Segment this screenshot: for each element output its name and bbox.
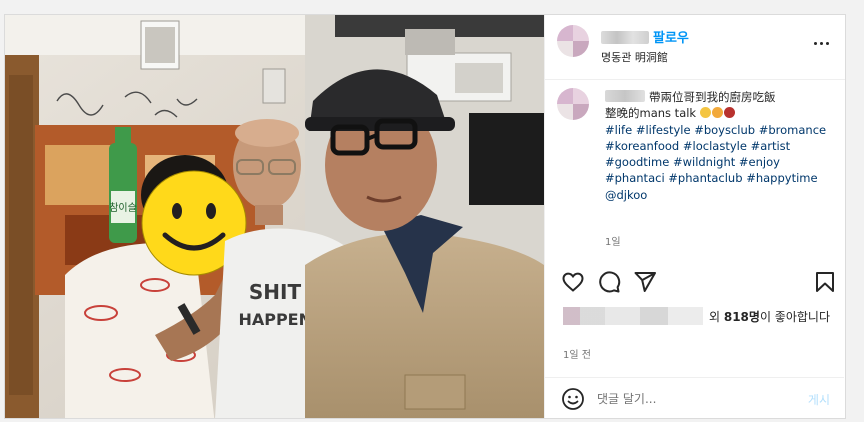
hashtag-row-3: #goodtime #wildnight #enjoy: [605, 155, 780, 169]
post-side-panel: 팔로우 명동관 明洞館 帶兩位哥到我的廚房吃飯 整晚的mans talk #li…: [544, 15, 845, 418]
comment-bar: 게시: [545, 377, 844, 418]
hashtag[interactable]: #life: [605, 123, 632, 137]
follow-button[interactable]: 팔로우: [653, 27, 689, 46]
author-avatar[interactable]: [557, 25, 589, 57]
hashtag-row-4: #phantaci #phantaclub #happytime: [605, 171, 818, 185]
caption-line-1: 帶兩位哥到我的廚房吃飯: [649, 90, 776, 104]
likes-suffix: 이 좋아합니다: [759, 310, 831, 324]
likes-row[interactable]: 외 818명이 좋아합니다: [563, 307, 843, 325]
instagram-post: 참이슬 SHIT HAPPENS 팔로우 명동관 明洞館 帶兩位哥到我的廚房吃飯…: [4, 14, 846, 419]
post-photo[interactable]: 참이슬 SHIT HAPPENS: [5, 15, 544, 418]
emoji-beer-icon: [699, 107, 711, 119]
comment-bubble-icon[interactable]: [597, 270, 621, 294]
emoji-wine-icon: [723, 107, 735, 119]
hashtag[interactable]: #phantaclub: [668, 171, 742, 185]
location-link[interactable]: 명동관 明洞館: [601, 49, 668, 65]
post-comment-button[interactable]: 게시: [808, 391, 830, 408]
comment-input[interactable]: [597, 390, 787, 408]
caption-avatar[interactable]: [557, 88, 589, 120]
photo-illustration: 참이슬 SHIT HAPPENS: [5, 15, 544, 418]
hashtag[interactable]: #bromance: [759, 123, 826, 137]
hashtag-row-2: #koreanfood #loclastyle #artist: [605, 139, 790, 153]
hashtag-row-1: #life #lifestyle #boysclub #bromance: [605, 123, 826, 137]
blurred-liker-names: [563, 307, 703, 325]
hashtag[interactable]: #lifestyle: [636, 123, 691, 137]
hashtag[interactable]: #happytime: [746, 171, 817, 185]
post-timestamp: 1일 전: [563, 350, 591, 361]
heart-icon[interactable]: [561, 270, 585, 294]
caption-area: 帶兩位哥到我的廚房吃飯 整晚的mans talk #life #lifestyl…: [545, 80, 844, 256]
paper-plane-icon[interactable]: [633, 270, 657, 294]
caption-text: 帶兩位哥到我的廚房吃飯 整晚的mans talk #life #lifestyl…: [605, 89, 840, 203]
hashtag[interactable]: #wildnight: [673, 155, 735, 169]
blurred-username[interactable]: [601, 31, 649, 44]
hashtag[interactable]: #goodtime: [605, 155, 669, 169]
caption-timestamp: 1일: [605, 237, 621, 248]
likes-count-text: 외 818명이 좋아합니다: [709, 308, 830, 325]
action-bar: [545, 270, 844, 300]
emoji-beer-icon: [711, 107, 723, 119]
more-horizontal-icon[interactable]: [813, 37, 831, 49]
likes-prefix: 외: [709, 310, 724, 324]
hashtag[interactable]: #enjoy: [739, 155, 780, 169]
bottle-label: 참이슬: [109, 202, 137, 214]
hashtag[interactable]: #koreanfood: [605, 139, 679, 153]
bookmark-icon[interactable]: [813, 270, 837, 294]
shirt-text-1: SHIT: [249, 280, 302, 304]
caption-line-2: 整晚的mans talk: [605, 106, 697, 121]
hashtag[interactable]: #artist: [751, 139, 791, 153]
mention-link[interactable]: @djkoo: [605, 188, 647, 202]
hashtag[interactable]: #boysclub: [694, 123, 755, 137]
likes-count[interactable]: 818명: [724, 310, 760, 324]
emoji-smile-icon[interactable]: [561, 387, 585, 411]
hashtag[interactable]: #phantaci: [605, 171, 665, 185]
post-header: 팔로우 명동관 明洞館: [545, 15, 845, 80]
hashtag[interactable]: #loclastyle: [683, 139, 747, 153]
